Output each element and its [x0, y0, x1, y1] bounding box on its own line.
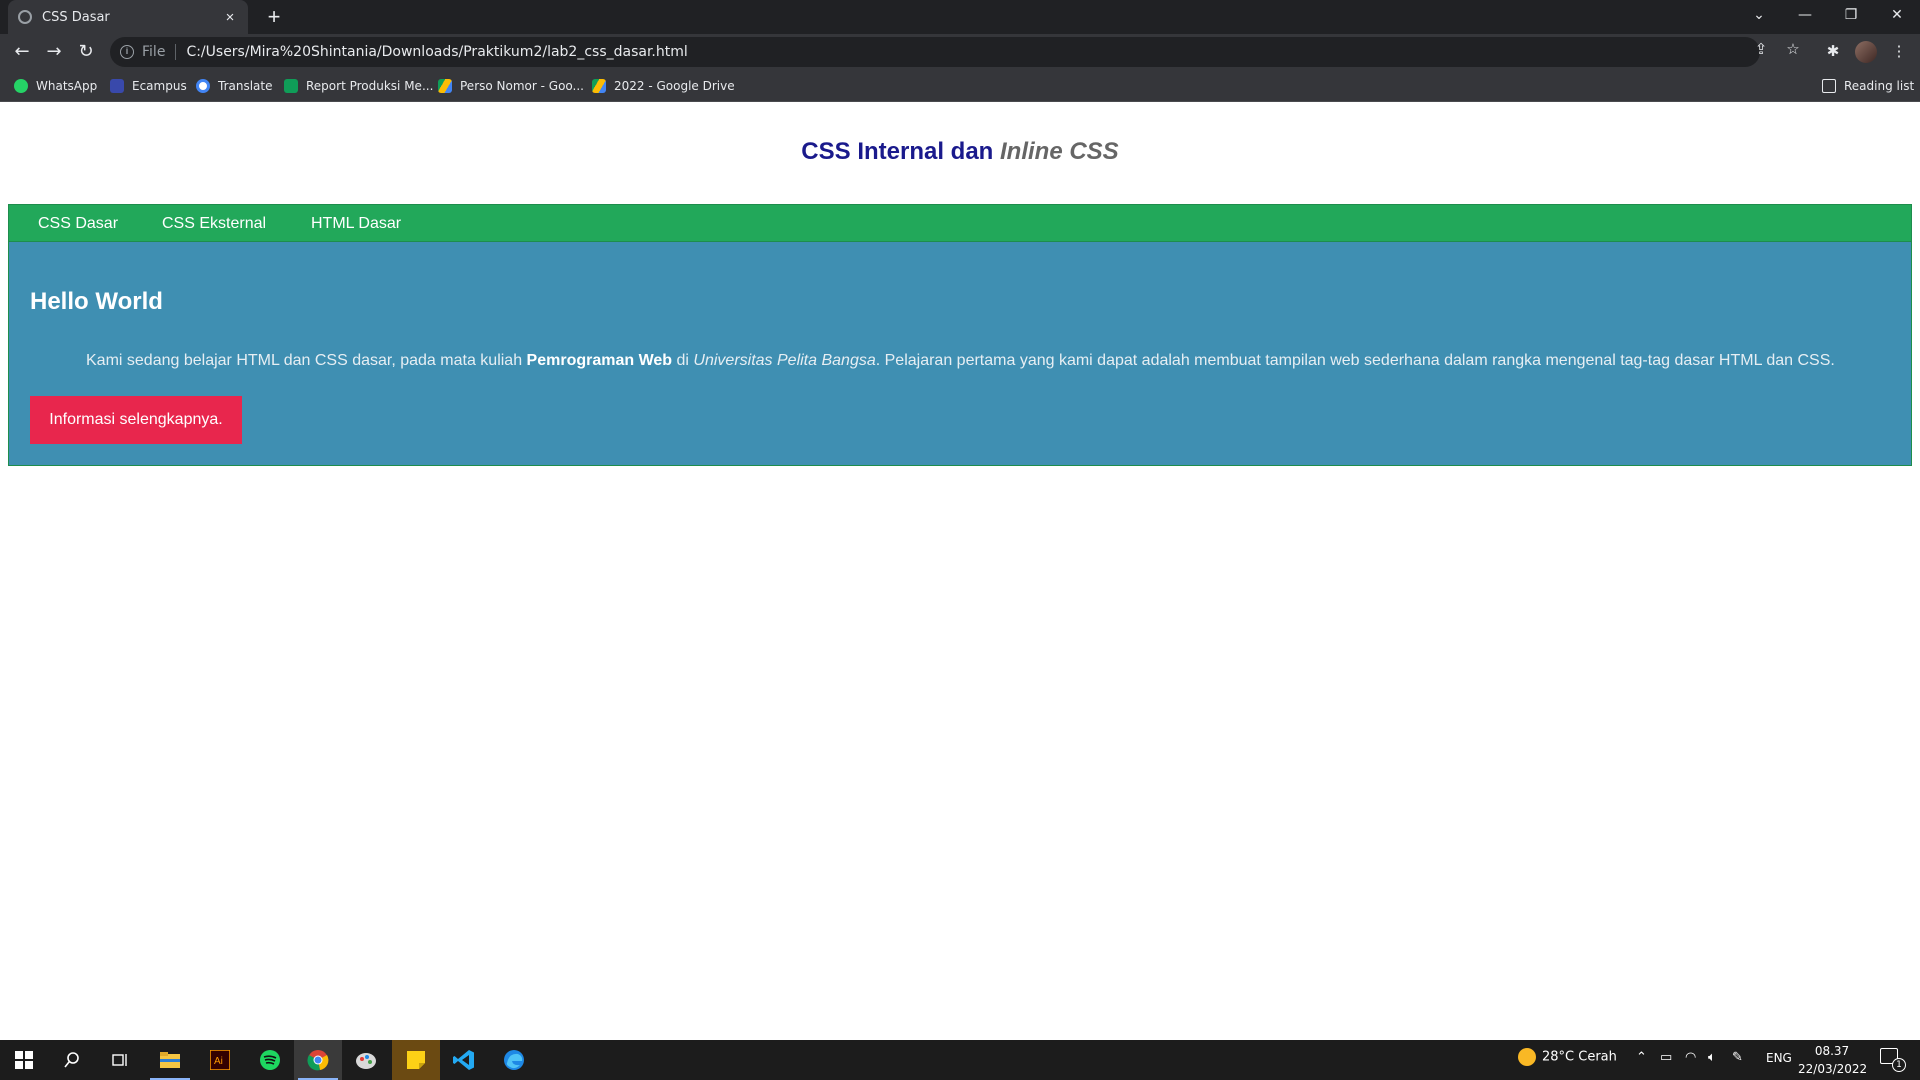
forward-icon[interactable]: → — [40, 38, 68, 66]
main-nav: CSS Dasar CSS Eksternal HTML Dasar — [8, 204, 1912, 242]
edge-app[interactable] — [490, 1040, 538, 1080]
new-tab-button[interactable]: + — [260, 3, 288, 31]
vscode-app[interactable] — [440, 1040, 488, 1080]
bookmark-label: Ecampus — [132, 79, 187, 93]
google-icon — [196, 79, 210, 93]
task-view-button[interactable] — [96, 1040, 144, 1080]
edge-icon — [504, 1050, 524, 1070]
bookmark-report-produksi[interactable]: Report Produksi Me... — [284, 70, 433, 102]
bookmark-perso-nomor[interactable]: Perso Nomor - Goo... — [438, 70, 584, 102]
tab-strip: CSS Dasar × + ⌄ — ❐ ✕ — [0, 0, 1920, 34]
info-icon[interactable]: i — [120, 45, 134, 59]
bookmark-ecampus[interactable]: Ecampus — [110, 70, 187, 102]
drive-icon — [592, 79, 606, 93]
illustrator-icon: Ai — [210, 1050, 230, 1070]
url-text[interactable]: C:/Users/Mira%20Shintania/Downloads/Prak… — [186, 44, 687, 60]
notification-center[interactable]: 1 — [1880, 1048, 1906, 1072]
browser-toolbar: ← → ↻ i File C:/Users/Mira%20Shintania/D… — [0, 34, 1920, 70]
bookmark-translate[interactable]: Translate — [196, 70, 273, 102]
bookmark-label: Translate — [218, 79, 273, 93]
paragraph-bold: Pemrograman Web — [526, 352, 673, 369]
reload-icon[interactable]: ↻ — [72, 38, 100, 66]
address-bar[interactable]: i File C:/Users/Mira%20Shintania/Downloa… — [110, 37, 1760, 67]
ecampus-icon — [110, 79, 124, 93]
omnibox-divider — [175, 44, 177, 60]
bookmark-star-icon[interactable]: ☆ — [1782, 40, 1804, 58]
paragraph-text: di — [672, 352, 694, 369]
profile-avatar[interactable] — [1855, 41, 1877, 63]
page-title-normal: CSS Internal dan — [801, 138, 1000, 165]
clock-time[interactable]: 08.37 — [1802, 1044, 1862, 1058]
page-title: CSS Internal dan Inline CSS — [0, 138, 1920, 166]
pen-icon[interactable]: ✎ — [1732, 1050, 1743, 1065]
bookmarks-bar: WhatsApp Ecampus Translate Report Produk… — [0, 70, 1920, 102]
paragraph-italic: Universitas Pelita Bangsa — [693, 352, 876, 369]
windows-taskbar: Ai 28°C Cerah ⌃ ▭ ◠ 🔈︎ ✎ ENG 08.37 22/03… — [0, 1040, 1920, 1080]
sheets-icon — [284, 79, 298, 93]
weather-widget[interactable]: 28°C Cerah — [1518, 1048, 1617, 1066]
extensions-icon[interactable]: ✱ — [1822, 41, 1844, 63]
vscode-icon — [453, 1050, 474, 1070]
url-scheme: File — [142, 44, 166, 60]
paint-icon — [356, 1053, 376, 1069]
volume-icon[interactable]: 🔈︎ — [1708, 1050, 1716, 1065]
tab-search-icon[interactable]: ⌄ — [1736, 0, 1782, 30]
restore-button[interactable]: ❐ — [1828, 0, 1874, 30]
reading-list-button[interactable]: Reading list — [1822, 70, 1914, 102]
language-indicator[interactable]: ENG — [1766, 1051, 1792, 1065]
search-icon — [64, 1052, 79, 1068]
info-button[interactable]: Informasi selengkapnya. — [30, 396, 242, 444]
clock-date[interactable]: 22/03/2022 — [1798, 1062, 1867, 1076]
task-view-icon — [112, 1054, 127, 1066]
svg-text:Ai: Ai — [214, 1056, 223, 1067]
content-section: Hello World Kami sedang belajar HTML dan… — [8, 242, 1912, 466]
paint-app[interactable] — [342, 1040, 390, 1080]
share-icon[interactable]: ⇪ — [1750, 40, 1772, 58]
bookmark-label: WhatsApp — [36, 79, 98, 93]
search-button[interactable] — [48, 1040, 96, 1080]
bookmark-whatsapp[interactable]: WhatsApp — [14, 70, 97, 102]
tab-css-dasar[interactable]: CSS Dasar × — [8, 0, 248, 34]
whatsapp-icon — [14, 79, 28, 93]
bookmark-label: Report Produksi Me... — [306, 79, 434, 93]
battery-icon[interactable]: ▭ — [1660, 1050, 1672, 1065]
sticky-notes-icon — [407, 1051, 425, 1069]
reading-list-icon — [1822, 79, 1836, 93]
back-icon[interactable]: ← — [8, 38, 36, 66]
close-tab-icon[interactable]: × — [222, 9, 238, 26]
wifi-icon[interactable]: ◠ — [1685, 1050, 1696, 1065]
minimize-button[interactable]: — — [1782, 0, 1828, 30]
file-explorer-app[interactable] — [146, 1040, 194, 1080]
nav-link-css-eksternal[interactable]: CSS Eksternal — [162, 205, 266, 243]
paragraph-text: . Pelajaran pertama yang kami dapat adal… — [875, 352, 1835, 369]
tab-title: CSS Dasar — [42, 9, 110, 25]
close-window-button[interactable]: ✕ — [1874, 0, 1920, 30]
chrome-icon — [307, 1050, 329, 1071]
nav-link-css-dasar[interactable]: CSS Dasar — [38, 205, 118, 243]
windows-icon — [15, 1051, 33, 1069]
reading-list-label: Reading list — [1844, 79, 1915, 93]
nav-link-html-dasar[interactable]: HTML Dasar — [311, 205, 401, 243]
chevron-up-icon[interactable]: ⌃ — [1636, 1050, 1647, 1065]
spotify-icon — [260, 1050, 280, 1070]
weather-text: 28°C Cerah — [1542, 1049, 1617, 1065]
notification-count: 1 — [1892, 1058, 1906, 1072]
drive-icon — [438, 79, 452, 93]
page-title-italic: Inline CSS — [1000, 138, 1119, 165]
globe-icon — [18, 10, 32, 24]
chrome-app[interactable] — [294, 1040, 342, 1080]
content-paragraph: Kami sedang belajar HTML dan CSS dasar, … — [30, 352, 1900, 370]
menu-icon[interactable]: ⋮ — [1888, 41, 1910, 63]
spotify-app[interactable] — [246, 1040, 294, 1080]
illustrator-app[interactable]: Ai — [196, 1040, 244, 1080]
paragraph-text: Kami sedang belajar HTML dan CSS dasar, … — [86, 352, 527, 369]
folder-icon — [160, 1052, 180, 1068]
bookmark-google-drive[interactable]: 2022 - Google Drive — [592, 70, 735, 102]
bookmark-label: 2022 - Google Drive — [614, 79, 735, 93]
sticky-notes-app[interactable] — [392, 1040, 440, 1080]
bookmark-label: Perso Nomor - Goo... — [460, 79, 584, 93]
weather-icon — [1518, 1048, 1536, 1066]
content-heading: Hello World — [30, 288, 163, 315]
start-button[interactable] — [0, 1040, 48, 1080]
